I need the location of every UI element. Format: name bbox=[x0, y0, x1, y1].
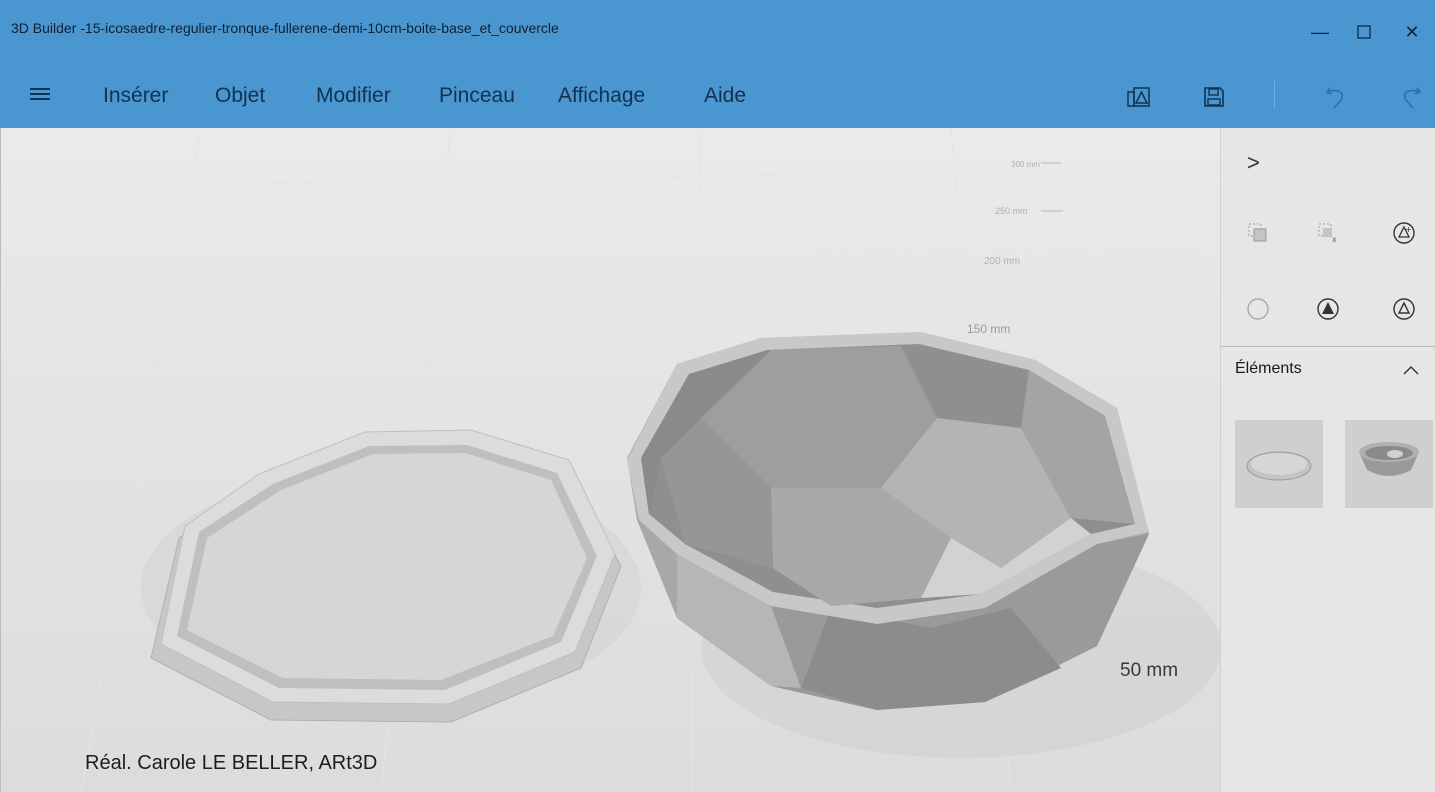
bowl-thumbnail-image bbox=[1359, 442, 1419, 476]
menu-pinceau[interactable]: Pinceau bbox=[439, 84, 515, 108]
delete-object-button[interactable]: x bbox=[1311, 216, 1345, 250]
circle-icon bbox=[1247, 298, 1269, 320]
svg-text:+: + bbox=[1405, 225, 1412, 234]
print-3d-icon bbox=[1127, 87, 1150, 107]
scale-label-300: 300 mm bbox=[1011, 160, 1040, 169]
duplicate-icon bbox=[1248, 223, 1267, 242]
app-window: 3D Builder -15-icosaedre-regulier-tronqu… bbox=[0, 0, 1435, 792]
save-icon bbox=[1204, 87, 1224, 107]
mesh-icon bbox=[1317, 298, 1339, 320]
print-3d-button[interactable] bbox=[1121, 79, 1157, 115]
maximize-button[interactable] bbox=[1344, 14, 1384, 50]
hamburger-menu-icon[interactable] bbox=[30, 85, 62, 107]
menu-bar: Insérer Objet Modifier Pinceau Affichage… bbox=[0, 64, 1435, 128]
scene-canvas[interactable] bbox=[1, 128, 1220, 792]
close-button[interactable]: ✕ bbox=[1392, 14, 1432, 50]
element-thumbnail-lid[interactable] bbox=[1235, 420, 1323, 508]
maximize-icon bbox=[1357, 25, 1371, 39]
collapse-elements-button[interactable] bbox=[1401, 362, 1425, 382]
element-thumbnail-bowl[interactable] bbox=[1345, 420, 1433, 508]
lid-thumbnail-image bbox=[1246, 451, 1312, 481]
toolbar-separator bbox=[1274, 81, 1275, 109]
menu-affichage[interactable]: Affichage bbox=[558, 84, 645, 108]
save-button[interactable] bbox=[1196, 79, 1232, 115]
menu-objet[interactable]: Objet bbox=[215, 84, 265, 108]
panel-divider bbox=[1221, 346, 1435, 347]
minimize-button[interactable]: — bbox=[1300, 14, 1340, 50]
undo-icon bbox=[1325, 87, 1344, 109]
title-bar: 3D Builder -15-icosaedre-regulier-tronqu… bbox=[0, 0, 1435, 64]
menu-inserer[interactable]: Insérer bbox=[103, 84, 168, 108]
elements-title: Éléments bbox=[1235, 360, 1302, 377]
scale-label-200: 200 mm bbox=[984, 256, 1021, 267]
menu-modifier[interactable]: Modifier bbox=[316, 84, 391, 108]
scale-label-250: 250 mm bbox=[995, 206, 1028, 216]
chevron-up-icon bbox=[1403, 366, 1419, 375]
redo-icon bbox=[1403, 87, 1422, 109]
triangle-icon bbox=[1393, 298, 1415, 320]
credit-text: Réal. Carole LE BELLER, ARt3D bbox=[85, 752, 378, 774]
scale-label-150: 150 mm bbox=[967, 322, 1011, 336]
triangle-tool-button[interactable] bbox=[1387, 292, 1421, 326]
side-panel: > x + Éléments bbox=[1220, 128, 1435, 792]
collapse-panel-button[interactable]: > bbox=[1247, 150, 1260, 176]
undo-button[interactable] bbox=[1318, 79, 1354, 115]
add-shape-button[interactable]: + bbox=[1387, 216, 1421, 250]
duplicate-button[interactable] bbox=[1241, 216, 1275, 250]
mesh-tool-button[interactable] bbox=[1311, 292, 1345, 326]
window-title: 3D Builder -15-icosaedre-regulier-tronqu… bbox=[11, 20, 559, 36]
scale-label-50: 50 mm bbox=[1120, 660, 1179, 681]
svg-text:x: x bbox=[1332, 235, 1337, 244]
menu-aide[interactable]: Aide bbox=[704, 84, 746, 108]
redo-button[interactable] bbox=[1393, 79, 1429, 115]
3d-viewport[interactable]: 300 mm 250 mm 200 mm 150 mm 50 mm Réal. … bbox=[0, 128, 1220, 792]
delete-object-icon: x bbox=[1318, 223, 1337, 244]
add-shape-icon: + bbox=[1393, 222, 1415, 244]
select-circle-button[interactable] bbox=[1241, 292, 1275, 326]
